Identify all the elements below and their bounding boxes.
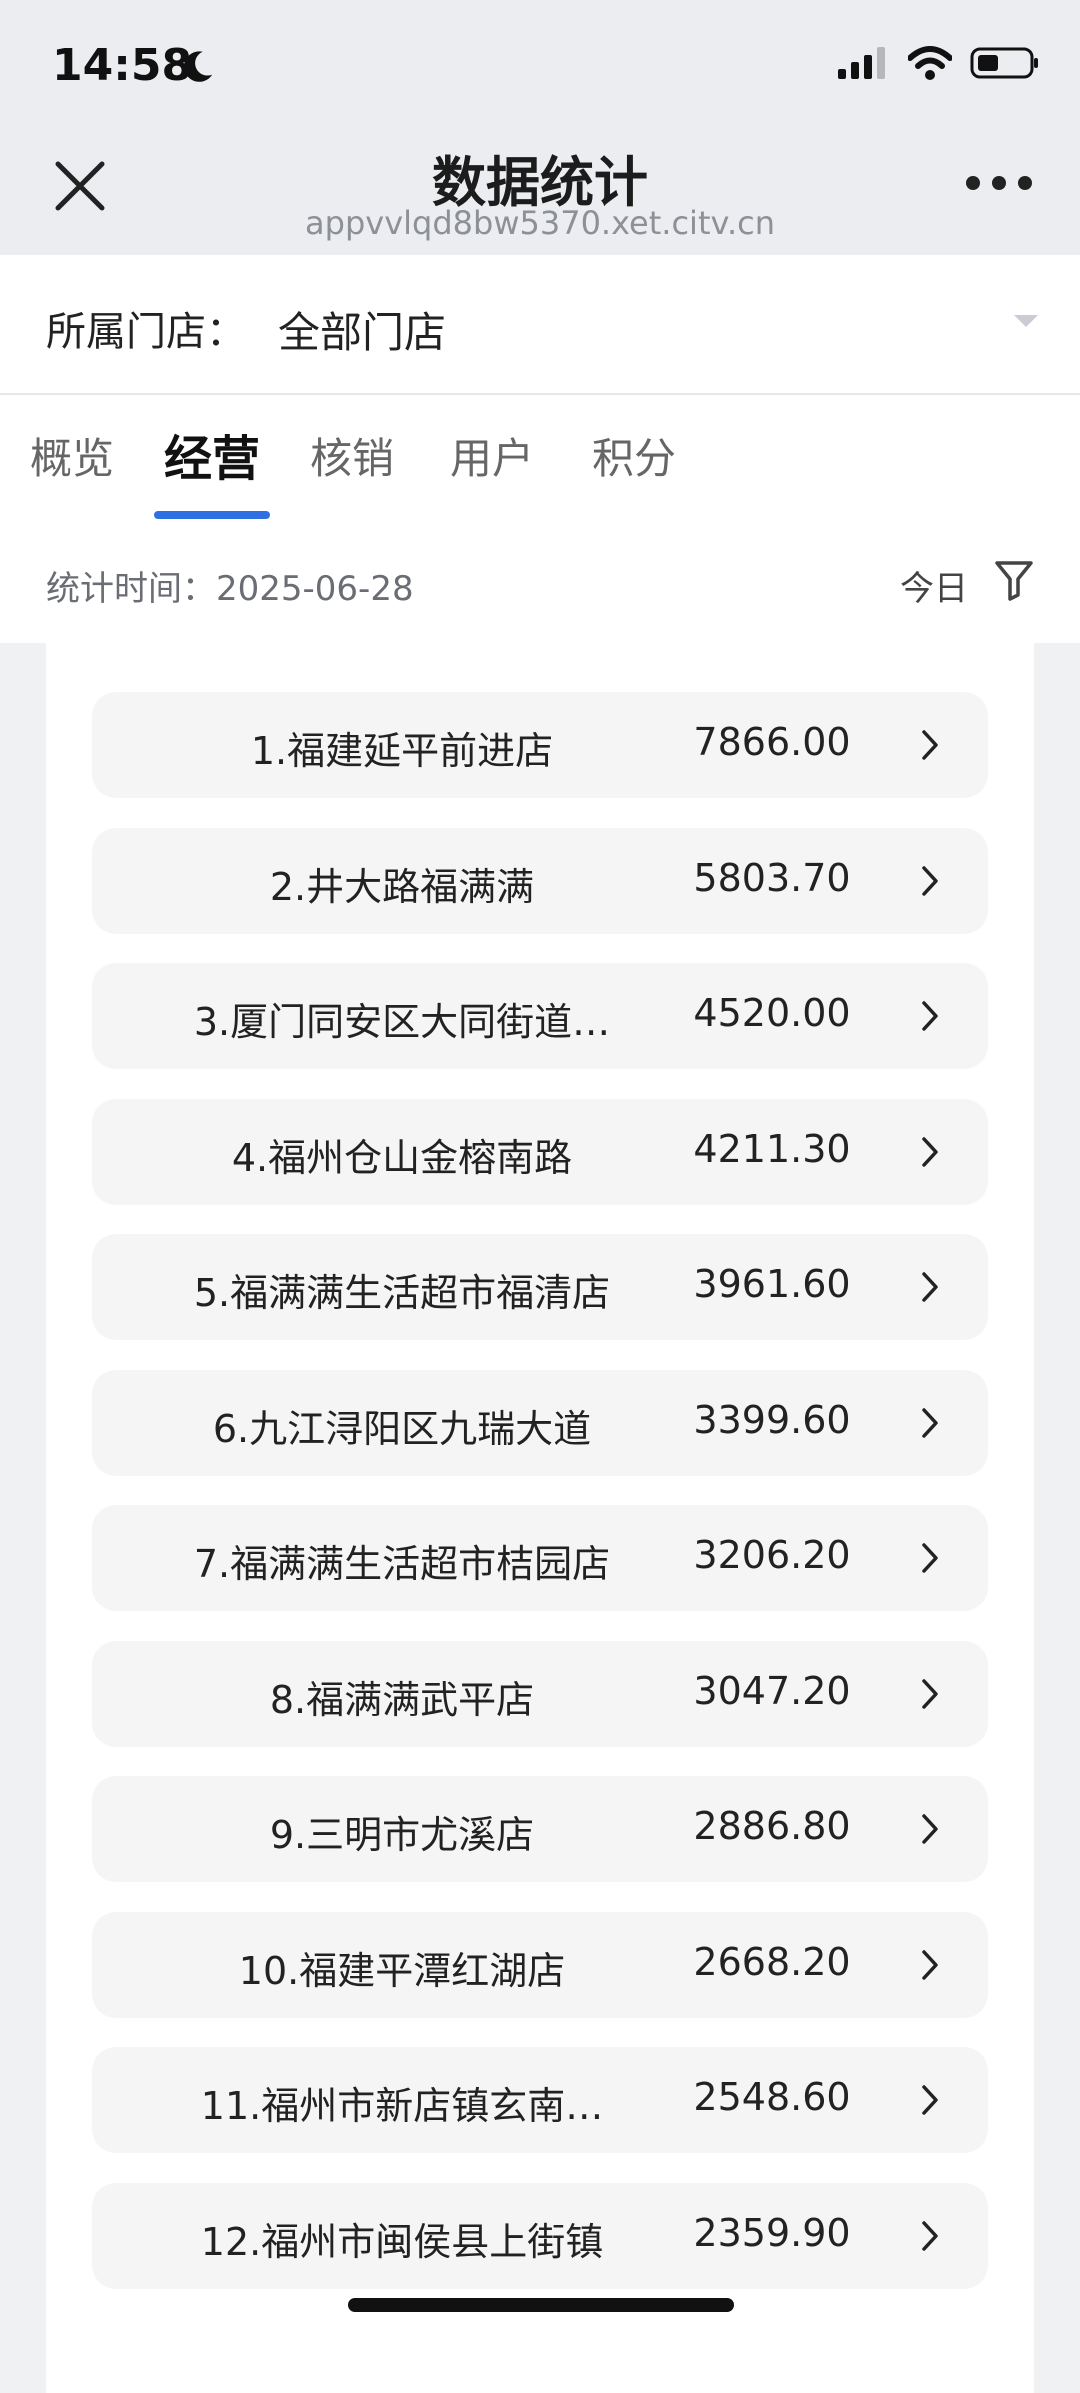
chevron-right-icon [922,1543,938,1573]
store-selector[interactable]: 所属门店： 全部门店 [0,255,1080,395]
tab-business[interactable]: 经营 [164,419,260,489]
chevron-right-icon [922,1272,938,1302]
store-name: 2.井大路福满满 [269,864,535,909]
chevron-right-icon [922,1678,938,1709]
store-amount: 7866.00 [693,720,851,764]
chevron-right-icon [922,2085,938,2115]
store-name: 1.福建延平前进店 [250,729,554,773]
chevron-right-icon [922,1814,938,1844]
signal-icon [838,47,885,79]
list-item[interactable]: 8.福满满武平店 3047.20 [92,1640,988,1747]
store-amount: 2886.80 [693,1804,851,1848]
store-value: 全部门店 [278,308,447,357]
store-name: 10.福建平潭红湖店 [238,1948,566,1993]
top-bar: 14:58 数据统计 appvvlqd8bw5370.xet.citv.cn [0,0,1080,255]
store-amount: 3206.20 [693,1533,851,1577]
list-item[interactable]: 9.三明市尤溪店 2886.80 [92,1776,988,1882]
active-tab-indicator [154,511,270,519]
store-name: 5.福满满生活超市福清店 [193,1271,611,1315]
store-name: 4.福州仓山金榕南路 [231,1135,573,1180]
list-item[interactable]: 4.福州仓山金榕南路 4211.30 [92,1098,988,1205]
list-item[interactable]: 12.福州市闽侯县上街镇 2359.90 [92,2182,988,2289]
stats-date-row: 统计时间：2025-06-28 今日 [0,525,1080,643]
tab-points[interactable]: 积分 [592,425,676,486]
tab-verification[interactable]: 核销 [310,425,394,486]
store-amount: 2359.90 [693,2210,851,2255]
list-item[interactable]: 6.九江浔阳区九瑞大道 3399.60 [92,1369,988,1476]
store-name: 8.福满满武平店 [269,1677,535,1722]
chevron-right-icon [922,730,938,760]
page-url: appvvlqd8bw5370.xet.citv.cn [305,204,775,242]
period-selector[interactable]: 今日 [900,561,968,610]
stats-date-label: 统计时间：2025-06-28 [46,569,414,609]
more-icon[interactable] [966,176,1032,190]
store-name: 11.福州市新店镇玄南… [200,2084,604,2128]
caret-down-icon [1014,315,1038,327]
chevron-right-icon [922,2220,938,2251]
store-amount: 3399.60 [693,1397,851,1442]
status-icons [838,46,1040,80]
chevron-right-icon [922,1136,938,1167]
tab-users[interactable]: 用户 [450,425,534,486]
list-item[interactable]: 3.厦门同安区大同街道… 4520.00 [92,963,988,1069]
chevron-right-icon [922,865,938,896]
wifi-icon [908,46,952,80]
store-amount: 3961.60 [693,1262,851,1306]
store-name: 9.三明市尤溪店 [269,1813,535,1857]
store-amount: 2668.20 [693,1939,851,1984]
list-item[interactable]: 5.福满满生活超市福清店 3961.60 [92,1234,988,1340]
home-indicator [348,2298,734,2312]
list-item[interactable]: 7.福满满生活超市桔园店 3206.20 [92,1505,988,1611]
store-name: 12.福州市闽侯县上街镇 [200,2219,604,2264]
chevron-right-icon [922,1949,938,1980]
list-item[interactable]: 1.福建延平前进店 7866.00 [92,692,988,798]
tab-overview[interactable]: 概览 [30,425,114,486]
tab-bar: 概览 经营 核销 用户 积分 [0,395,1080,525]
store-label: 所属门店： [46,309,246,355]
store-amount: 5803.70 [693,855,851,900]
store-amount: 4211.30 [693,1126,851,1171]
store-amount: 2548.60 [693,2075,851,2119]
store-amount: 3047.20 [693,1668,851,1713]
list-item[interactable]: 2.井大路福满满 5803.70 [92,827,988,934]
status-time: 14:58 [52,40,193,91]
filter-icon[interactable] [994,559,1034,601]
store-name: 6.九江浔阳区九瑞大道 [212,1406,592,1451]
chevron-right-icon [922,1001,938,1031]
store-name: 3.厦门同安区大同街道… [193,1000,611,1044]
chevron-right-icon [922,1407,938,1438]
store-name: 7.福满满生活超市桔园店 [193,1542,611,1586]
list-item[interactable]: 10.福建平潭红湖店 2668.20 [92,1911,988,2018]
store-amount: 4520.00 [693,991,851,1035]
moon-icon [184,51,213,82]
list-item[interactable]: 11.福州市新店镇玄南… 2548.60 [92,2047,988,2153]
battery-icon [970,47,1038,79]
